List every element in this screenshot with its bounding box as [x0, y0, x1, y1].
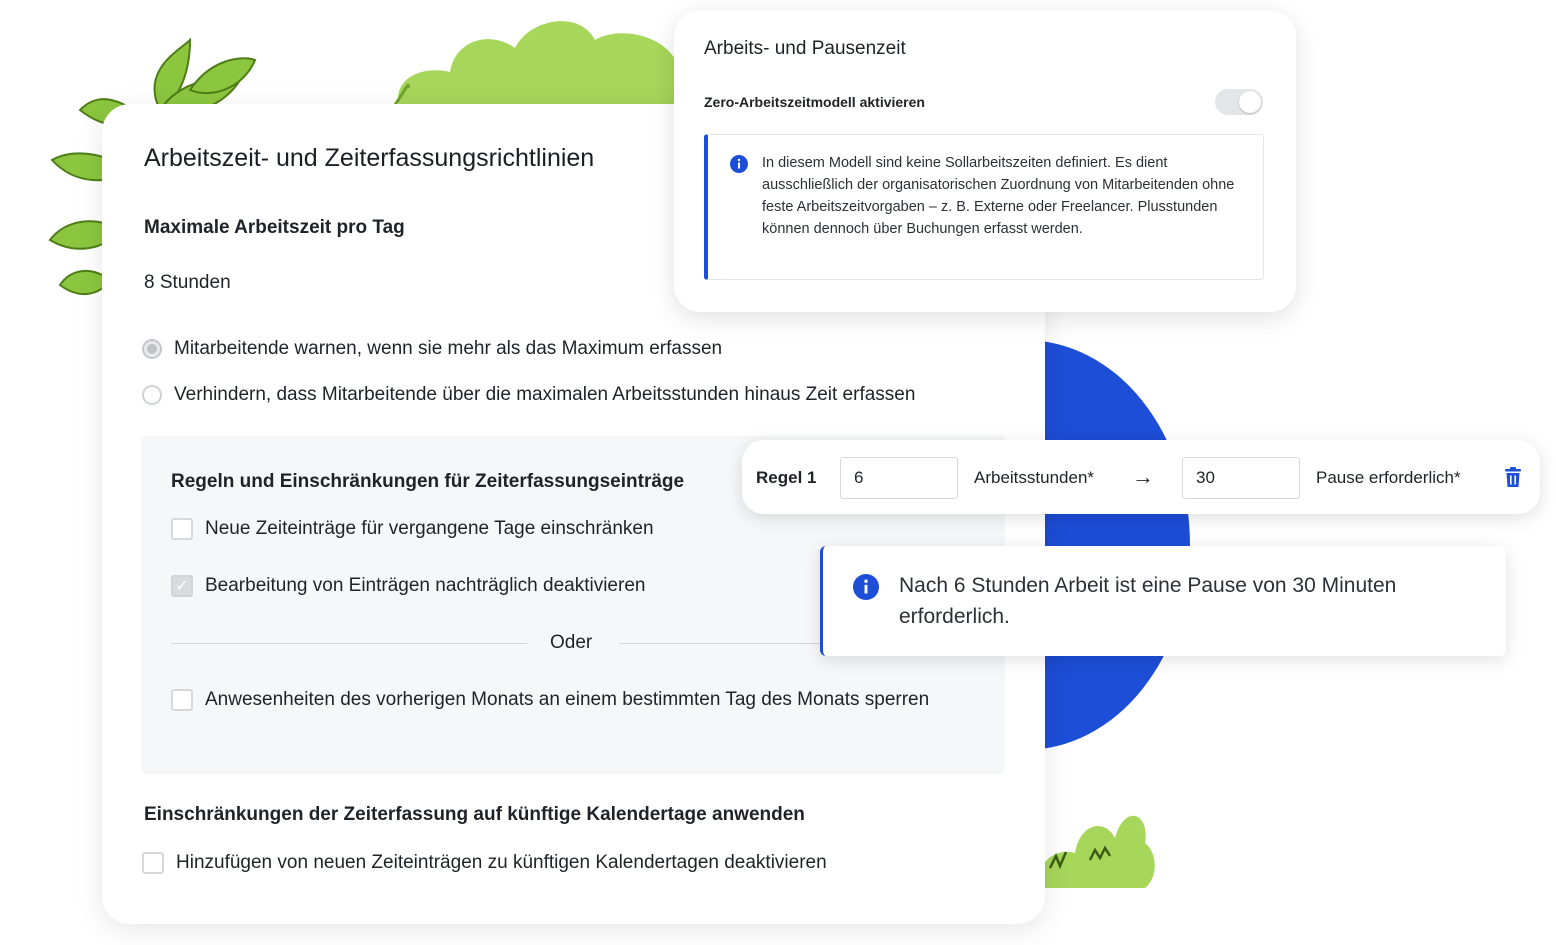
checkbox[interactable] — [171, 689, 193, 711]
divider-left — [171, 643, 527, 644]
checkbox-checked[interactable]: ✓ — [171, 575, 193, 597]
info-icon — [853, 574, 879, 600]
page-title: Arbeitszeit- und Zeiterfassungsrichtlini… — [144, 144, 595, 172]
checkbox-label: Hinzufügen von neuen Zeiteinträgen zu kü… — [176, 852, 827, 873]
checkbox-label: Bearbeitung von Einträgen nachträglich d… — [205, 575, 646, 596]
work-hours-input[interactable] — [840, 457, 958, 499]
bush-bottom-decoration — [1039, 815, 1155, 888]
zero-model-toggle-label: Zero-Arbeitszeitmodell aktivieren — [704, 94, 925, 110]
break-required-label: Pause erforderlich* — [1316, 468, 1461, 487]
info-icon — [730, 155, 748, 173]
zero-model-toggle[interactable] — [1215, 89, 1263, 115]
radio-option-warn[interactable]: Mitarbeitende warnen, wenn sie mehr als … — [142, 338, 722, 360]
break-note-text: Nach 6 Stunden Arbeit ist eine Pause von… — [899, 574, 1397, 628]
checkbox[interactable] — [142, 852, 164, 874]
checkbox-label: Anwesenheiten des vorherigen Monats an e… — [205, 689, 930, 710]
checkbox-disable-editing[interactable]: ✓ Bearbeitung von Einträgen nachträglich… — [171, 575, 645, 597]
radio-label: Verhindern, dass Mitarbeitende über die … — [174, 384, 916, 405]
checkbox-restrict-past[interactable]: Neue Zeiteinträge für vergangene Tage ei… — [171, 518, 654, 540]
future-restrictions-heading: Einschränkungen der Zeiterfassung auf kü… — [144, 804, 805, 825]
bush-top-decoration — [393, 21, 696, 110]
max-hours-value[interactable]: 8 Stunden — [144, 272, 231, 294]
break-rule-card: Regel 1 Arbeitsstunden* → Pause erforder… — [742, 440, 1540, 514]
checkbox[interactable] — [171, 518, 193, 540]
checkbox-lock-month[interactable]: Anwesenheiten des vorherigen Monats an e… — [171, 686, 965, 714]
work-break-card: Arbeits- und Pausenzeit Zero-Arbeitszeit… — [674, 10, 1296, 312]
max-hours-heading: Maximale Arbeitszeit pro Tag — [144, 217, 405, 238]
checkbox-disable-future[interactable]: Hinzufügen von neuen Zeiteinträgen zu kü… — [142, 852, 827, 874]
rule-label: Regel 1 — [756, 468, 817, 487]
radio-label: Mitarbeitende warnen, wenn sie mehr als … — [174, 338, 723, 359]
entry-rules-heading: Regeln und Einschränkungen für Zeiterfas… — [171, 471, 685, 492]
arrow-right-icon: → — [1132, 464, 1154, 489]
info-text: In diesem Modell sind keine Sollarbeitsz… — [762, 155, 1235, 237]
trash-icon[interactable] — [1504, 467, 1522, 488]
radio-button-selected[interactable] — [142, 339, 162, 359]
work-hours-label: Arbeitsstunden* — [974, 468, 1095, 487]
checkbox-label: Neue Zeiteinträge für vergangene Tage ei… — [205, 518, 654, 539]
break-note-card: Nach 6 Stunden Arbeit ist eine Pause von… — [820, 546, 1506, 656]
or-separator: Oder — [550, 632, 593, 653]
break-minutes-input[interactable] — [1182, 457, 1300, 499]
radio-option-prevent[interactable]: Verhindern, dass Mitarbeitende über die … — [142, 384, 915, 406]
work-break-title: Arbeits- und Pausenzeit — [704, 38, 906, 59]
radio-button[interactable] — [142, 385, 162, 405]
info-box: In diesem Modell sind keine Sollarbeitsz… — [704, 134, 1264, 280]
